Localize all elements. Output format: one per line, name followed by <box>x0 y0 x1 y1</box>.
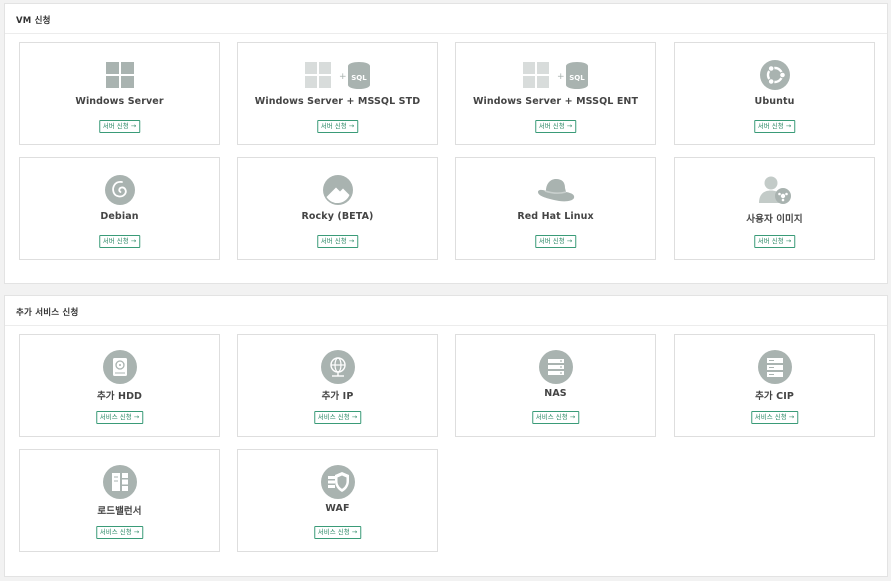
service-request-button[interactable]: 서비스 신청 → <box>531 411 580 424</box>
user-image-icon <box>675 174 874 206</box>
vm-request-panel: VM 신청 Windows Server 서버 신청 → + SQL Windo… <box>4 3 888 284</box>
card-additional-ip[interactable]: 추가 IP 서비스 신청 → <box>237 334 438 437</box>
card-title: Red Hat Linux <box>517 211 594 222</box>
service-request-button[interactable]: 서비스 신청 → <box>750 411 799 424</box>
card-nas[interactable]: NAS 서비스 신청 → <box>455 334 656 437</box>
card-rocky-beta[interactable]: Rocky (BETA) 서버 신청 → <box>237 157 438 260</box>
svg-text:+: + <box>339 72 347 82</box>
card-user-image[interactable]: 사용자 이미지 서버 신청 → <box>674 157 875 260</box>
card-title: Windows Server + MSSQL ENT <box>472 96 639 107</box>
windows-sql-icon: + SQL <box>238 59 437 91</box>
service-request-button[interactable]: 서비스 신청 → <box>95 526 144 539</box>
windows-icon <box>20 59 219 91</box>
card-debian[interactable]: Debian 서버 신청 → <box>19 157 220 260</box>
debian-icon <box>20 174 219 206</box>
server-request-button[interactable]: 서버 신청 → <box>534 120 577 133</box>
server-request-button[interactable]: 서버 신청 → <box>98 120 141 133</box>
card-title: Windows Server + MSSQL STD <box>254 96 421 107</box>
card-title: 사용자 이미지 <box>746 214 803 225</box>
card-title: Debian <box>100 211 139 222</box>
waf-shield-icon <box>238 465 437 499</box>
card-waf[interactable]: WAF 서비스 신청 → <box>237 449 438 552</box>
card-additional-hdd[interactable]: 추가 HDD 서비스 신청 → <box>19 334 220 437</box>
server-rack-icon <box>675 350 874 384</box>
card-title: 추가 HDD <box>96 391 143 402</box>
additional-services-panel: 추가 서비스 신청 추가 HDD 서비스 신청 → 추가 IP 서비스 신청 →… <box>4 295 888 577</box>
card-red-hat-linux[interactable]: Red Hat Linux 서버 신청 → <box>455 157 656 260</box>
svg-text:+: + <box>557 72 565 82</box>
card-title: 추가 CIP <box>755 391 794 402</box>
rocky-icon <box>238 174 437 206</box>
card-title: 로드밸런서 <box>97 506 142 517</box>
service-request-button[interactable]: 서비스 신청 → <box>95 411 144 424</box>
card-windows-mssql-ent[interactable]: + SQL Windows Server + MSSQL ENT 서버 신청 → <box>455 42 656 145</box>
card-load-balancer[interactable]: 로드밸런서 서비스 신청 → <box>19 449 220 552</box>
vm-section-title: VM 신청 <box>5 4 887 34</box>
load-balancer-icon <box>20 465 219 499</box>
windows-sql-icon: + SQL <box>456 59 655 91</box>
svg-text:SQL: SQL <box>351 74 367 82</box>
server-request-button[interactable]: 서버 신청 → <box>534 235 577 248</box>
hdd-icon <box>20 350 219 384</box>
nas-icon <box>456 350 655 384</box>
card-windows-server[interactable]: Windows Server 서버 신청 → <box>19 42 220 145</box>
add-section-title: 추가 서비스 신청 <box>5 296 887 326</box>
server-request-button[interactable]: 서버 신청 → <box>753 235 796 248</box>
card-title: 추가 IP <box>321 391 354 402</box>
server-request-button[interactable]: 서버 신청 → <box>316 235 359 248</box>
svg-text:SQL: SQL <box>569 74 585 82</box>
card-title: Windows Server <box>75 96 164 107</box>
service-request-button[interactable]: 서비스 신청 → <box>313 526 362 539</box>
card-title: Rocky (BETA) <box>301 211 374 222</box>
card-title: Ubuntu <box>754 96 795 107</box>
card-additional-cip[interactable]: 추가 CIP 서비스 신청 → <box>674 334 875 437</box>
card-windows-mssql-std[interactable]: + SQL Windows Server + MSSQL STD 서버 신청 → <box>237 42 438 145</box>
card-title: WAF <box>325 503 350 514</box>
server-request-button[interactable]: 서버 신청 → <box>753 120 796 133</box>
ubuntu-icon <box>675 59 874 91</box>
server-request-button[interactable]: 서버 신청 → <box>316 120 359 133</box>
card-ubuntu[interactable]: Ubuntu 서버 신청 → <box>674 42 875 145</box>
server-request-button[interactable]: 서버 신청 → <box>98 235 141 248</box>
service-request-button[interactable]: 서비스 신청 → <box>313 411 362 424</box>
globe-icon <box>238 350 437 384</box>
redhat-icon <box>456 174 655 206</box>
card-title: NAS <box>544 388 567 399</box>
